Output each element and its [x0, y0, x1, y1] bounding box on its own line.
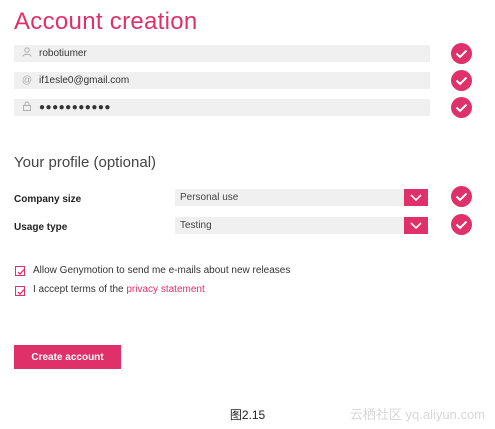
usage-type-label: Usage type: [14, 222, 68, 233]
terms-label: I accept terms of the privacy statement: [33, 284, 205, 295]
usage-type-valid-check-icon: [451, 214, 472, 235]
email-field[interactable]: @ if1esle0@gmail.com: [14, 72, 430, 89]
company-size-valid-check-icon: [451, 186, 472, 207]
email-value: if1esle0@gmail.com: [39, 75, 130, 86]
usage-type-value: Testing: [180, 220, 212, 231]
username-value: robotiumer: [39, 48, 87, 59]
terms-checkbox[interactable]: [15, 286, 25, 296]
watermark: 云栖社区 yq.aliyun.com: [349, 407, 485, 422]
newsletter-label: Allow Genymotion to send me e-mails abou…: [33, 265, 291, 276]
password-field[interactable]: ●●●●●●●●●●●: [14, 99, 430, 116]
create-account-button[interactable]: Create account: [14, 345, 121, 369]
usage-type-select[interactable]: Testing: [175, 217, 428, 234]
chevron-down-icon[interactable]: [404, 189, 428, 206]
privacy-statement-link[interactable]: privacy statement: [126, 284, 204, 295]
company-size-value: Personal use: [180, 192, 239, 203]
password-valid-check-icon: [451, 97, 472, 118]
person-icon: [20, 47, 34, 60]
newsletter-checkbox[interactable]: [15, 266, 25, 276]
username-field[interactable]: robotiumer: [14, 45, 430, 62]
lock-icon: [20, 101, 34, 114]
profile-title: Your profile (optional): [14, 154, 157, 171]
username-valid-check-icon: [451, 43, 472, 64]
email-valid-check-icon: [451, 70, 472, 91]
page-title: Account creation: [14, 8, 198, 35]
terms-prefix: I accept terms of the: [33, 284, 127, 295]
chevron-down-icon[interactable]: [404, 217, 428, 234]
password-value: ●●●●●●●●●●●: [39, 102, 111, 113]
company-size-select[interactable]: Personal use: [175, 189, 428, 206]
at-icon: @: [21, 75, 33, 86]
company-size-label: Company size: [14, 194, 82, 205]
